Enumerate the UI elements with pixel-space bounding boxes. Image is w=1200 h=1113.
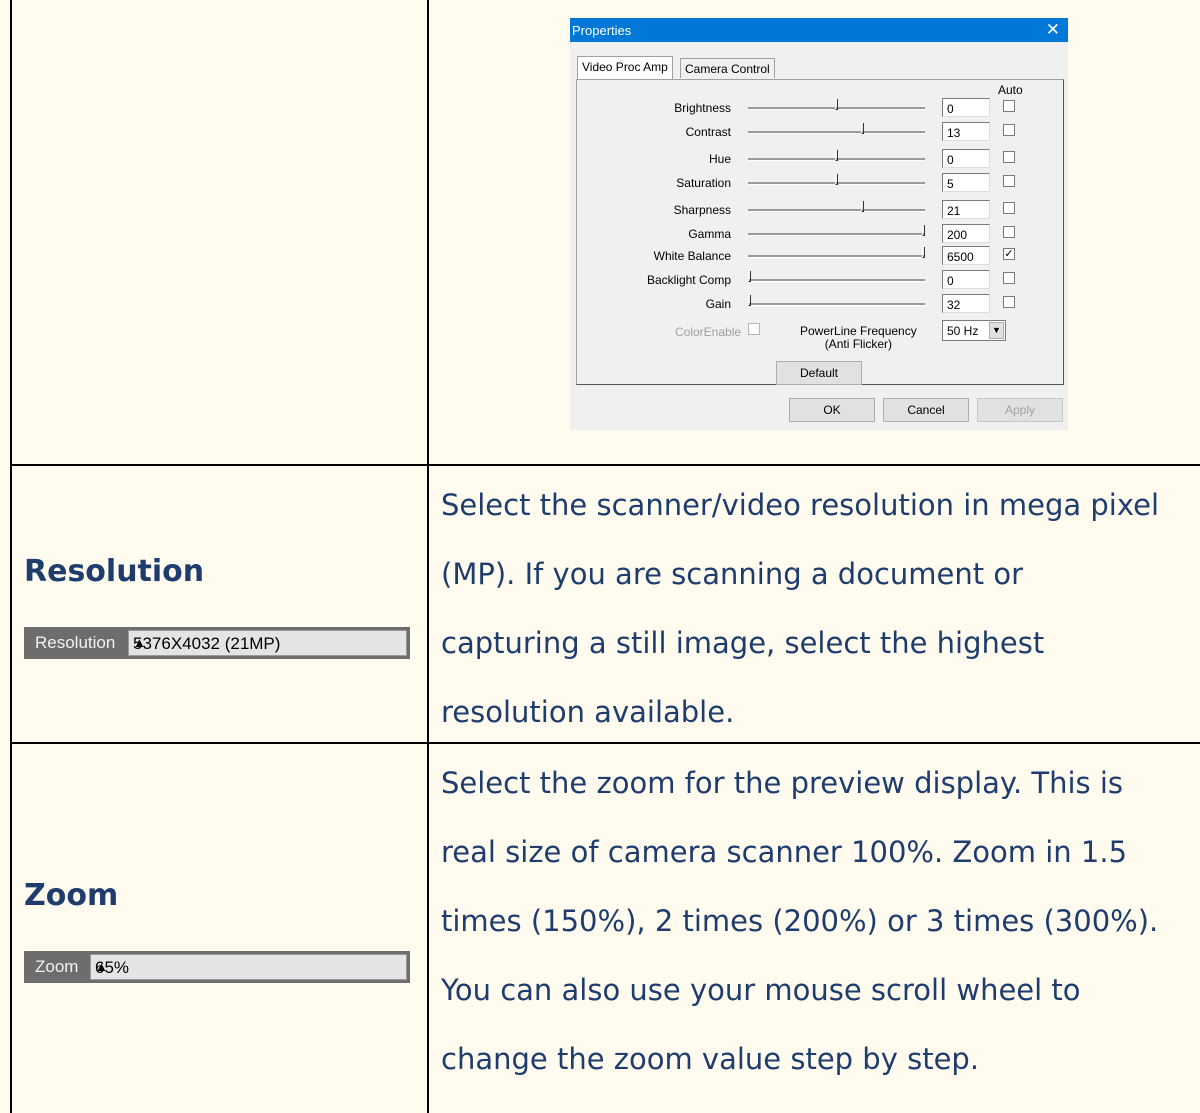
cancel-button[interactable]: Cancel	[883, 398, 969, 422]
dialog-titlebar: Properties ✕	[570, 18, 1068, 42]
property-slider[interactable]	[748, 99, 925, 110]
zoom-dropdown[interactable]: Zoom 65% ▲	[24, 951, 410, 983]
tab-camera-control[interactable]: Camera Control	[680, 58, 775, 78]
zoom-heading: Zoom	[24, 878, 119, 913]
property-row: Gamma 200	[570, 224, 1068, 244]
color-enable-label: ColorEnable	[675, 325, 742, 339]
property-row: Hue 0	[570, 149, 1068, 169]
property-value-field[interactable]: 0	[942, 98, 990, 117]
tab-video-proc-amp[interactable]: Video Proc Amp	[577, 56, 673, 80]
close-icon[interactable]: ✕	[1046, 20, 1060, 40]
property-label: Saturation	[676, 176, 731, 190]
auto-checkbox[interactable]	[1003, 151, 1015, 163]
property-value-field[interactable]: 200	[942, 224, 990, 243]
auto-checkbox[interactable]	[1003, 175, 1015, 187]
default-button[interactable]: Default	[776, 361, 862, 385]
property-row: Sharpness 21	[570, 200, 1068, 220]
slider-thumb[interactable]	[922, 247, 925, 258]
resolution-dropdown[interactable]: Resolution 5376X4032 (21MP) ▲	[24, 627, 410, 659]
property-row: Gain 32	[570, 294, 1068, 314]
zoom-select[interactable]: 65% ▲	[90, 954, 407, 980]
property-label: Backlight Comp	[646, 273, 731, 287]
property-slider[interactable]	[748, 247, 925, 258]
auto-checkbox[interactable]	[1003, 226, 1015, 238]
auto-checkbox[interactable]: ✓	[1003, 248, 1015, 260]
chevron-down-icon: ▼	[989, 322, 1004, 339]
table-border-left	[10, 0, 12, 1113]
slider-thumb[interactable]	[835, 150, 838, 161]
resolution-dropdown-label: Resolution	[35, 633, 116, 652]
property-value-field[interactable]: 0	[942, 149, 990, 168]
auto-checkbox[interactable]	[1003, 100, 1015, 112]
property-slider[interactable]	[748, 123, 925, 134]
property-label: Sharpness	[673, 203, 731, 217]
property-row: Contrast 13	[570, 122, 1068, 142]
property-row: White Balance 6500 ✓	[570, 246, 1068, 266]
property-value-field[interactable]: 13	[942, 122, 990, 141]
property-label: Hue	[708, 152, 731, 166]
property-slider[interactable]	[748, 225, 925, 236]
auto-checkbox[interactable]	[1003, 296, 1015, 308]
zoom-dropdown-label: Zoom	[35, 957, 79, 976]
caret-up-icon: ▲	[133, 635, 146, 650]
auto-checkbox[interactable]	[1003, 272, 1015, 284]
table-row-divider-1	[10, 464, 1200, 466]
slider-thumb[interactable]	[748, 295, 751, 306]
slider-thumb[interactable]	[861, 123, 865, 134]
property-slider[interactable]	[748, 201, 925, 212]
property-row: Saturation 5	[570, 173, 1068, 193]
property-value-field[interactable]: 21	[942, 200, 990, 219]
property-row: Brightness 0	[570, 98, 1068, 118]
property-slider[interactable]	[748, 150, 925, 161]
slider-thumb[interactable]	[748, 271, 751, 282]
powerline-label: PowerLine Frequency (Anti Flicker)	[800, 324, 917, 351]
auto-checkbox[interactable]	[1003, 202, 1015, 214]
auto-checkbox[interactable]	[1003, 124, 1015, 136]
zoom-description: Select the zoom for the preview display.…	[441, 766, 1159, 1076]
resolution-heading: Resolution	[24, 554, 205, 589]
property-row: Backlight Comp 0	[570, 270, 1068, 290]
property-label: Brightness	[674, 101, 731, 115]
dialog-title: Properties	[572, 23, 632, 38]
resolution-description: Select the scanner/video resolution in m…	[441, 488, 1160, 729]
property-label: Gain	[705, 297, 731, 311]
property-label: Gamma	[688, 227, 731, 241]
slider-thumb[interactable]	[835, 174, 838, 185]
color-enable-checkbox[interactable]	[748, 323, 760, 335]
property-label: Contrast	[685, 125, 731, 139]
property-label: White Balance	[653, 249, 731, 263]
property-value-field[interactable]: 0	[942, 270, 990, 289]
property-value-field[interactable]: 32	[942, 294, 990, 313]
property-slider[interactable]	[748, 271, 925, 282]
properties-dialog: Properties ✕ Video Proc Amp Camera Contr…	[570, 18, 1068, 430]
property-value-field[interactable]: 6500	[942, 246, 990, 265]
resolution-select[interactable]: 5376X4032 (21MP) ▲	[128, 630, 407, 656]
slider-thumb[interactable]	[922, 225, 925, 236]
table-column-divider	[427, 0, 429, 1113]
property-slider[interactable]	[748, 295, 925, 306]
property-value-field[interactable]: 5	[942, 173, 990, 192]
apply-button[interactable]: Apply	[977, 398, 1063, 422]
slider-thumb[interactable]	[835, 99, 838, 110]
auto-column-header: Auto	[998, 83, 1023, 97]
slider-thumb[interactable]	[861, 201, 865, 212]
ok-button[interactable]: OK	[789, 398, 875, 422]
caret-up-icon: ▲	[95, 959, 108, 974]
powerline-select[interactable]: 50 Hz ▼	[942, 320, 1006, 341]
property-slider[interactable]	[748, 174, 925, 185]
